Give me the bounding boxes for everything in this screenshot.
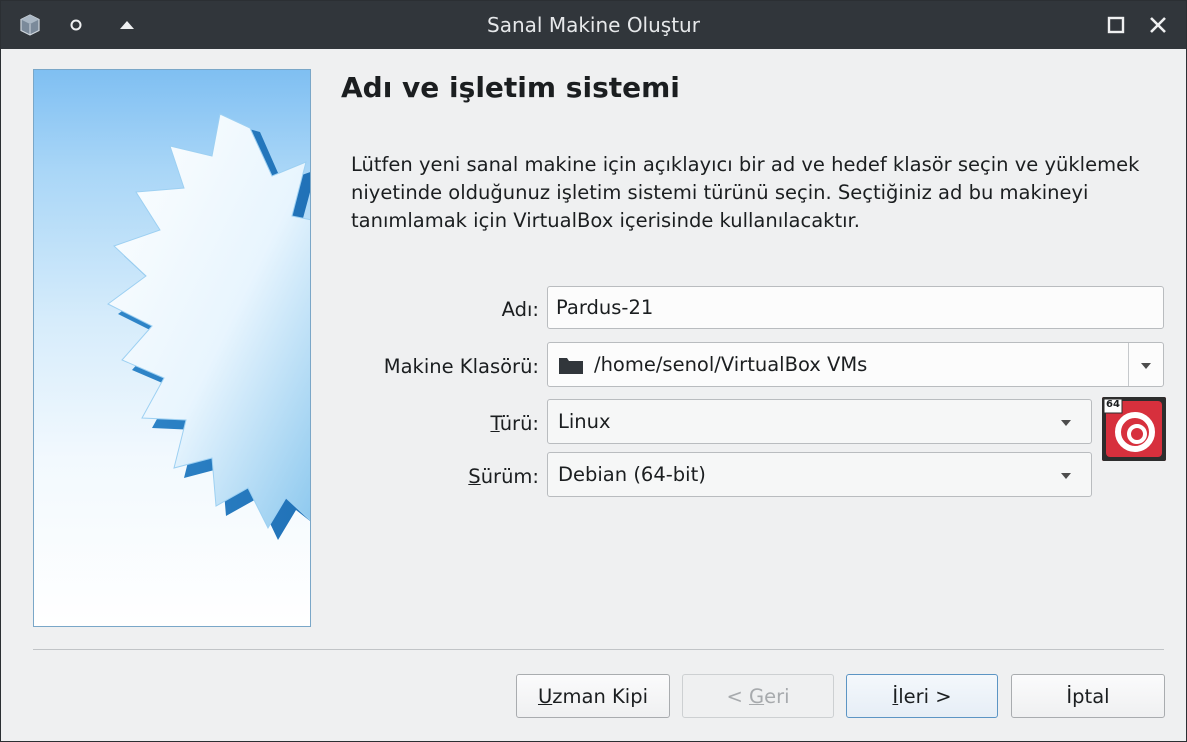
cancel-button[interactable]: İptal [1011,674,1165,718]
name-input[interactable]: Pardus-21 [547,286,1164,329]
debian-os-icon: 64 [1102,397,1166,461]
version-label: Sürüm: [468,465,539,488]
chevron-down-icon[interactable] [1061,473,1071,479]
type-label: Türü: [490,412,539,435]
type-combobox[interactable]: Linux [547,399,1092,444]
window-title: Sanal Makine Oluştur [487,13,700,37]
wizard-banner-image [33,69,311,627]
title-bar[interactable]: Sanal Makine Oluştur [1,1,1186,49]
page-description: Lütfen yeni sanal makine için açıklayıcı… [351,153,1140,232]
maximize-icon[interactable] [1101,1,1131,49]
name-input-value: Pardus-21 [556,296,654,319]
footer-separator [33,649,1164,650]
os-bits-badge: 64 [1106,399,1120,410]
page-title: Adı ve işletim sistemi [341,71,680,104]
next-button[interactable]: İleri > [846,674,998,718]
machine-folder-value: /home/senol/VirtualBox VMs [594,353,868,376]
name-label: Adı: [501,298,539,321]
folder-icon [558,355,584,380]
type-value: Linux [558,410,611,433]
version-combobox[interactable]: Debian (64-bit) [547,452,1092,497]
chevron-down-icon[interactable] [1141,363,1151,369]
close-icon[interactable] [1143,1,1173,49]
back-button[interactable]: < Geri [682,674,834,718]
create-vm-dialog: Sanal Makine Oluştur Adı ve işletim sist… [0,0,1187,742]
chevron-down-icon[interactable] [1061,420,1071,426]
combobox-divider [1128,343,1129,386]
version-value: Debian (64-bit) [558,463,706,486]
machine-folder-label: Makine Klasörü: [383,355,539,378]
machine-folder-combobox[interactable]: /home/senol/VirtualBox VMs [547,342,1164,387]
expert-mode-button[interactable]: Uzman Kipi [516,674,670,718]
